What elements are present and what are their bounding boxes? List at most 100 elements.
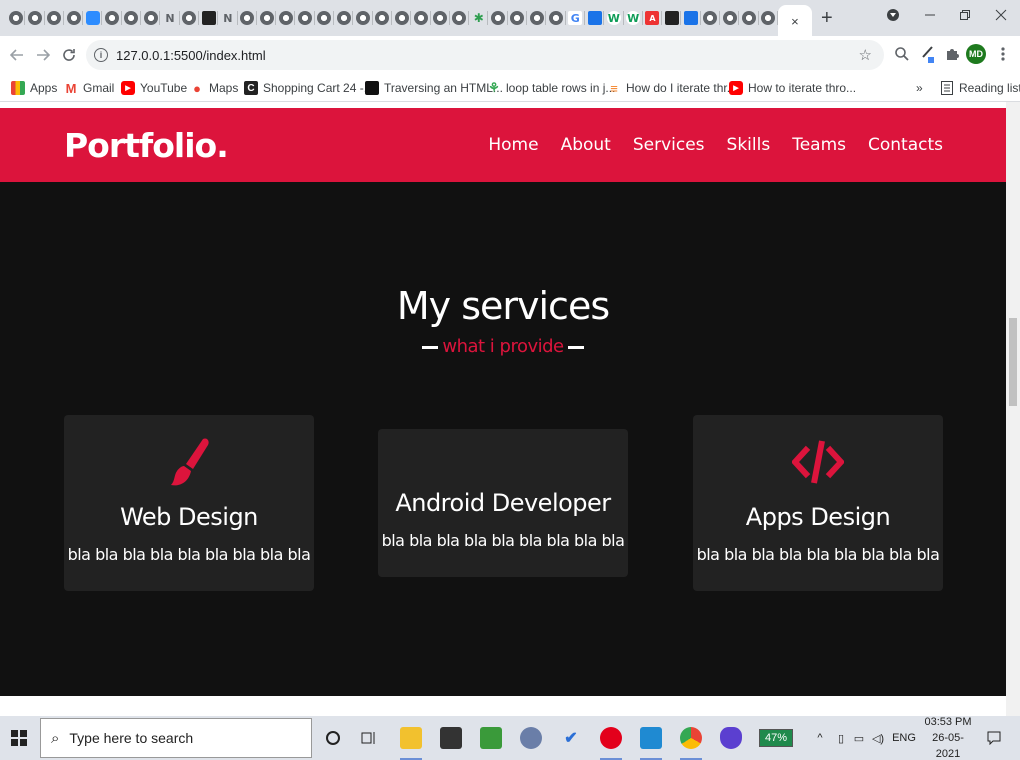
- browser-tab[interactable]: [681, 5, 701, 31]
- address-bar[interactable]: i 127.0.0.1:5500/index.html ☆: [86, 40, 884, 70]
- nav-home[interactable]: Home: [488, 135, 538, 155]
- browser-tab[interactable]: N: [160, 5, 180, 31]
- clock[interactable]: 03:53 PM 26-05-2021: [920, 716, 976, 760]
- battery-indicator[interactable]: 47%: [756, 716, 796, 760]
- taskbar-search[interactable]: ⌕ Type here to search: [40, 718, 312, 758]
- browser-tab[interactable]: [662, 5, 682, 31]
- browser-tab[interactable]: [450, 5, 470, 31]
- browser-tab[interactable]: [295, 5, 316, 31]
- store-icon[interactable]: [436, 716, 466, 760]
- browser-tab[interactable]: [546, 5, 566, 31]
- browser-tab[interactable]: [122, 5, 142, 31]
- browser-tab[interactable]: [102, 5, 123, 31]
- browser-tab[interactable]: N: [218, 5, 238, 31]
- browser-tab[interactable]: [83, 5, 103, 31]
- new-tab-button[interactable]: +: [812, 5, 842, 31]
- browser-tab[interactable]: [527, 5, 547, 31]
- reading-list[interactable]: Reading list: [940, 80, 1020, 96]
- zoom-lens-icon[interactable]: [892, 44, 912, 64]
- browser-tab[interactable]: [45, 5, 65, 31]
- browser-tab[interactable]: [180, 5, 200, 31]
- browser-tab[interactable]: [238, 5, 258, 31]
- task-view-icon[interactable]: [358, 716, 380, 760]
- browser-tab[interactable]: [720, 5, 740, 31]
- windows-start-icon[interactable]: [8, 716, 30, 760]
- scrollbar-thumb[interactable]: [1009, 318, 1017, 406]
- browser-tab[interactable]: G: [566, 5, 586, 31]
- service-card-apps-design[interactable]: Apps Design bla bla bla bla bla bla bla …: [693, 415, 943, 591]
- close-window-icon[interactable]: [986, 0, 1016, 30]
- bookmark-iterate-1[interactable]: ≡ How do I iterate thr...: [607, 80, 737, 96]
- browser-tab[interactable]: [585, 5, 605, 31]
- browser-tab[interactable]: [508, 5, 528, 31]
- browser-tab[interactable]: [334, 5, 354, 31]
- bookmark-iterate-2[interactable]: ▶ How to iterate thro...: [729, 80, 856, 96]
- browser-tab[interactable]: A: [643, 5, 663, 31]
- device-icon[interactable]: ▯: [834, 716, 848, 760]
- chrome-icon[interactable]: [676, 716, 706, 760]
- reload-icon[interactable]: [56, 42, 82, 68]
- nav-services[interactable]: Services: [633, 135, 705, 155]
- file-explorer-icon[interactable]: [396, 716, 426, 760]
- volume-icon[interactable]: ◁): [870, 716, 886, 760]
- service-card-web-design[interactable]: Web Design bla bla bla bla bla bla bla b…: [64, 415, 314, 591]
- browser-tab[interactable]: [6, 5, 26, 31]
- bookmarks-overflow-icon[interactable]: »: [916, 80, 923, 96]
- nav-teams[interactable]: Teams: [792, 135, 846, 155]
- minimize-icon[interactable]: [915, 0, 945, 30]
- nav-skills[interactable]: Skills: [727, 135, 771, 155]
- nav-contacts[interactable]: Contacts: [868, 135, 943, 155]
- power-icon[interactable]: ▭: [852, 716, 866, 760]
- browser-tab[interactable]: [431, 5, 451, 31]
- profile-avatar[interactable]: MD: [966, 44, 986, 64]
- browser-tab[interactable]: W: [624, 5, 644, 31]
- notepad-icon[interactable]: [476, 716, 506, 760]
- timer-icon[interactable]: [516, 716, 546, 760]
- back-icon[interactable]: [4, 42, 30, 68]
- browser-tab[interactable]: [64, 5, 84, 31]
- bookmark-gmail[interactable]: M Gmail: [64, 80, 115, 96]
- browser-tab[interactable]: [276, 5, 296, 31]
- site-info-icon[interactable]: i: [94, 48, 108, 62]
- notification-icon[interactable]: [984, 716, 1004, 760]
- chrome-menu-icon[interactable]: [993, 44, 1013, 64]
- nav-about[interactable]: About: [561, 135, 611, 155]
- close-tab-icon[interactable]: ×: [791, 14, 799, 29]
- opera-icon[interactable]: [596, 716, 626, 760]
- vscode-icon[interactable]: [636, 716, 666, 760]
- bookmark-traversing-html[interactable]: Traversing an HTML...: [365, 80, 503, 96]
- browser-tab[interactable]: [739, 5, 759, 31]
- profile-menu-icon[interactable]: [878, 0, 908, 30]
- browser-tab[interactable]: W: [604, 5, 624, 31]
- site-logo[interactable]: Portfolio.: [64, 126, 229, 165]
- browser-tab[interactable]: [199, 5, 219, 31]
- chevron-up-icon[interactable]: ^: [812, 716, 828, 760]
- service-card-android-developer[interactable]: Android Developer bla bla bla bla bla bl…: [378, 429, 628, 577]
- browser-tab[interactable]: [25, 5, 45, 31]
- browser-tab[interactable]: [141, 5, 161, 31]
- url-text[interactable]: 127.0.0.1:5500/index.html: [116, 48, 266, 63]
- browser-tab[interactable]: ✱: [469, 5, 489, 31]
- browser-tab[interactable]: [257, 5, 277, 31]
- browser-tab[interactable]: [759, 5, 779, 31]
- browser-tab[interactable]: [701, 5, 721, 31]
- restore-icon[interactable]: [950, 0, 980, 30]
- forward-icon[interactable]: [30, 42, 56, 68]
- bookmark-youtube[interactable]: ▶ YouTube: [121, 80, 187, 96]
- extensions-icon[interactable]: [942, 44, 962, 64]
- pen-extension-icon[interactable]: [918, 44, 938, 64]
- bookmark-shopping-cart[interactable]: C Shopping Cart 24 -...: [244, 80, 374, 96]
- browser-tab[interactable]: [353, 5, 373, 31]
- todo-icon[interactable]: ✔: [556, 716, 586, 760]
- crystal-app-icon[interactable]: [716, 716, 746, 760]
- bookmark-maps[interactable]: ● Maps: [190, 80, 238, 96]
- cortana-icon[interactable]: [322, 716, 344, 760]
- bookmark-apps[interactable]: Apps: [11, 80, 57, 96]
- browser-tab[interactable]: [373, 5, 393, 31]
- bookmark-loop-table[interactable]: ⚘ loop table rows in j...: [487, 80, 615, 96]
- browser-tab[interactable]: [488, 5, 509, 31]
- browser-tab[interactable]: [411, 5, 431, 31]
- browser-tab[interactable]: [315, 5, 335, 31]
- language-indicator[interactable]: ENG: [892, 716, 916, 760]
- active-tab[interactable]: ×: [777, 5, 812, 37]
